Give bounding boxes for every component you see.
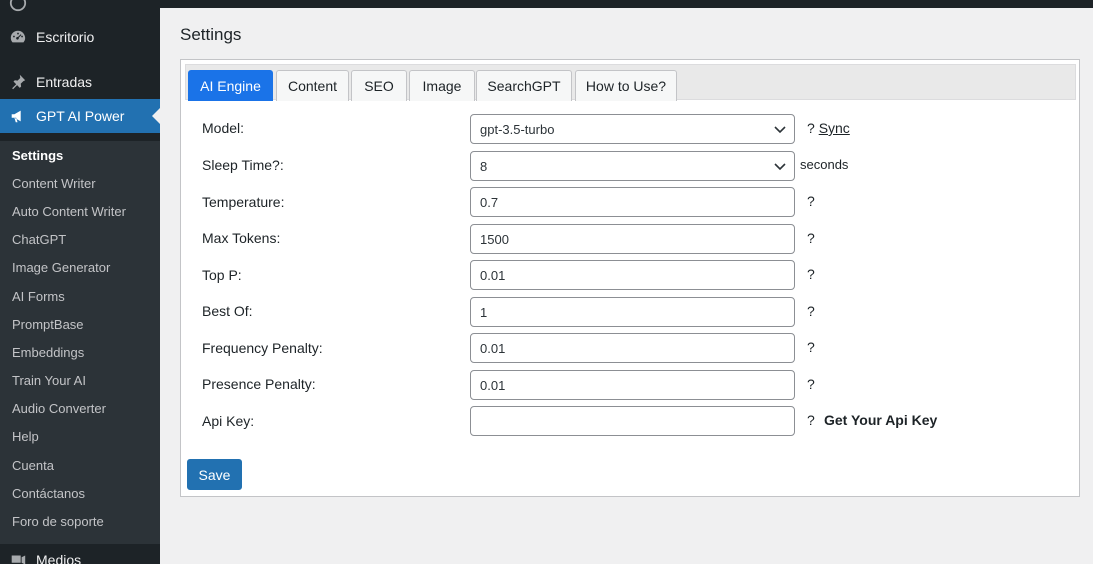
best-of-input[interactable]: 1 xyxy=(470,297,795,327)
chevron-down-icon xyxy=(774,123,786,135)
sync-link[interactable]: Sync xyxy=(819,120,850,136)
presence-penalty-help-icon[interactable]: ? xyxy=(807,376,815,392)
current-menu-arrow xyxy=(152,108,160,124)
model-help-icon[interactable]: ? Sync xyxy=(807,120,850,136)
top-p-help-icon[interactable]: ? xyxy=(807,266,815,282)
admin-top-bar xyxy=(160,0,1093,8)
seconds-suffix: seconds xyxy=(800,157,849,172)
media-icon xyxy=(8,550,28,564)
submenu-item-ai-forms[interactable]: AI Forms xyxy=(12,289,65,304)
megaphone-icon xyxy=(8,106,28,126)
submenu-item-promptbase[interactable]: PromptBase xyxy=(12,317,84,332)
api-key-input[interactable] xyxy=(470,406,795,436)
page-title: Settings xyxy=(180,25,242,44)
menu-label: GPT AI Power xyxy=(36,108,125,124)
chevron-down-icon xyxy=(774,160,786,172)
wordpress-icon xyxy=(8,0,28,13)
submenu-item-image-generator[interactable]: Image Generator xyxy=(12,260,110,275)
save-button[interactable]: Save xyxy=(187,459,242,490)
tab-content[interactable]: Content xyxy=(276,70,349,101)
api-key-help-icon[interactable]: ? xyxy=(807,412,815,428)
submenu-item-foro-de-soporte[interactable]: Foro de soporte xyxy=(12,514,104,529)
submenu-item-chatgpt[interactable]: ChatGPT xyxy=(12,232,66,247)
max-tokens-help-icon[interactable]: ? xyxy=(807,230,815,246)
get-api-key-link[interactable]: Get Your Api Key xyxy=(824,412,937,428)
presence-penalty-input[interactable]: 0.01 xyxy=(470,370,795,400)
model-select-value: gpt-3.5-turbo xyxy=(480,121,555,137)
submenu-item-contactanos[interactable]: Contáctanos xyxy=(12,486,85,501)
menu-item-top-partial[interactable] xyxy=(0,0,160,20)
submenu-item-cuenta[interactable]: Cuenta xyxy=(12,458,54,473)
menu-label: Entradas xyxy=(36,74,93,90)
top-p-input[interactable]: 0.01 xyxy=(470,260,795,290)
model-select[interactable]: gpt-3.5-turbo xyxy=(470,114,795,144)
sleep-time-value: 8 xyxy=(480,158,488,174)
presence-penalty-label: Presence Penalty: xyxy=(202,376,316,392)
menu-item-escritorio[interactable]: Escritorio xyxy=(0,20,160,54)
submenu-item-train-your-ai[interactable]: Train Your AI xyxy=(12,373,86,388)
frequency-penalty-label: Frequency Penalty: xyxy=(202,340,323,356)
submenu-item-settings[interactable]: Settings xyxy=(12,148,63,163)
menu-label: Medios xyxy=(36,552,82,564)
submenu xyxy=(0,141,160,544)
dashboard-icon xyxy=(8,27,28,47)
menu-item-medios[interactable]: Medios xyxy=(0,543,160,564)
submenu-item-content-writer[interactable]: Content Writer xyxy=(12,176,96,191)
submenu-item-embeddings[interactable]: Embeddings xyxy=(12,345,84,360)
top-p-label: Top P: xyxy=(202,267,242,283)
tab-image[interactable]: Image xyxy=(409,70,475,101)
pin-icon xyxy=(8,72,28,92)
max-tokens-label: Max Tokens: xyxy=(202,230,281,246)
tab-ai-engine[interactable]: AI Engine xyxy=(188,70,273,101)
submenu-item-audio-converter[interactable]: Audio Converter xyxy=(12,401,106,416)
max-tokens-input[interactable]: 1500 xyxy=(470,224,795,254)
sleep-time-label: Sleep Time?: xyxy=(202,157,284,173)
frequency-penalty-help-icon[interactable]: ? xyxy=(807,339,815,355)
sleep-time-select[interactable]: 8 xyxy=(470,151,795,181)
temperature-help-icon[interactable]: ? xyxy=(807,193,815,209)
api-key-label: Api Key: xyxy=(202,413,255,429)
menu-label: Escritorio xyxy=(36,29,95,45)
best-of-label: Best Of: xyxy=(202,303,253,319)
tab-searchgpt[interactable]: SearchGPT xyxy=(476,70,572,101)
menu-item-gpt-ai-power[interactable]: GPT AI Power xyxy=(0,99,160,133)
tab-how-to-use[interactable]: How to Use? xyxy=(575,70,677,101)
menu-item-entradas[interactable]: Entradas xyxy=(0,65,160,99)
best-of-help-icon[interactable]: ? xyxy=(807,303,815,319)
submenu-item-help[interactable]: Help xyxy=(12,429,39,444)
temperature-label: Temperature: xyxy=(202,194,285,210)
admin-sidebar: Escritorio Entradas GPT AI Power Setting… xyxy=(0,0,160,564)
temperature-input[interactable]: 0.7 xyxy=(470,187,795,217)
model-label: Model: xyxy=(202,120,245,136)
tab-seo[interactable]: SEO xyxy=(351,70,407,101)
submenu-item-auto-content-writer[interactable]: Auto Content Writer xyxy=(12,204,126,219)
tab-bar: AI Engine Content SEO Image SearchGPT Ho… xyxy=(185,64,1076,101)
frequency-penalty-input[interactable]: 0.01 xyxy=(470,333,795,363)
